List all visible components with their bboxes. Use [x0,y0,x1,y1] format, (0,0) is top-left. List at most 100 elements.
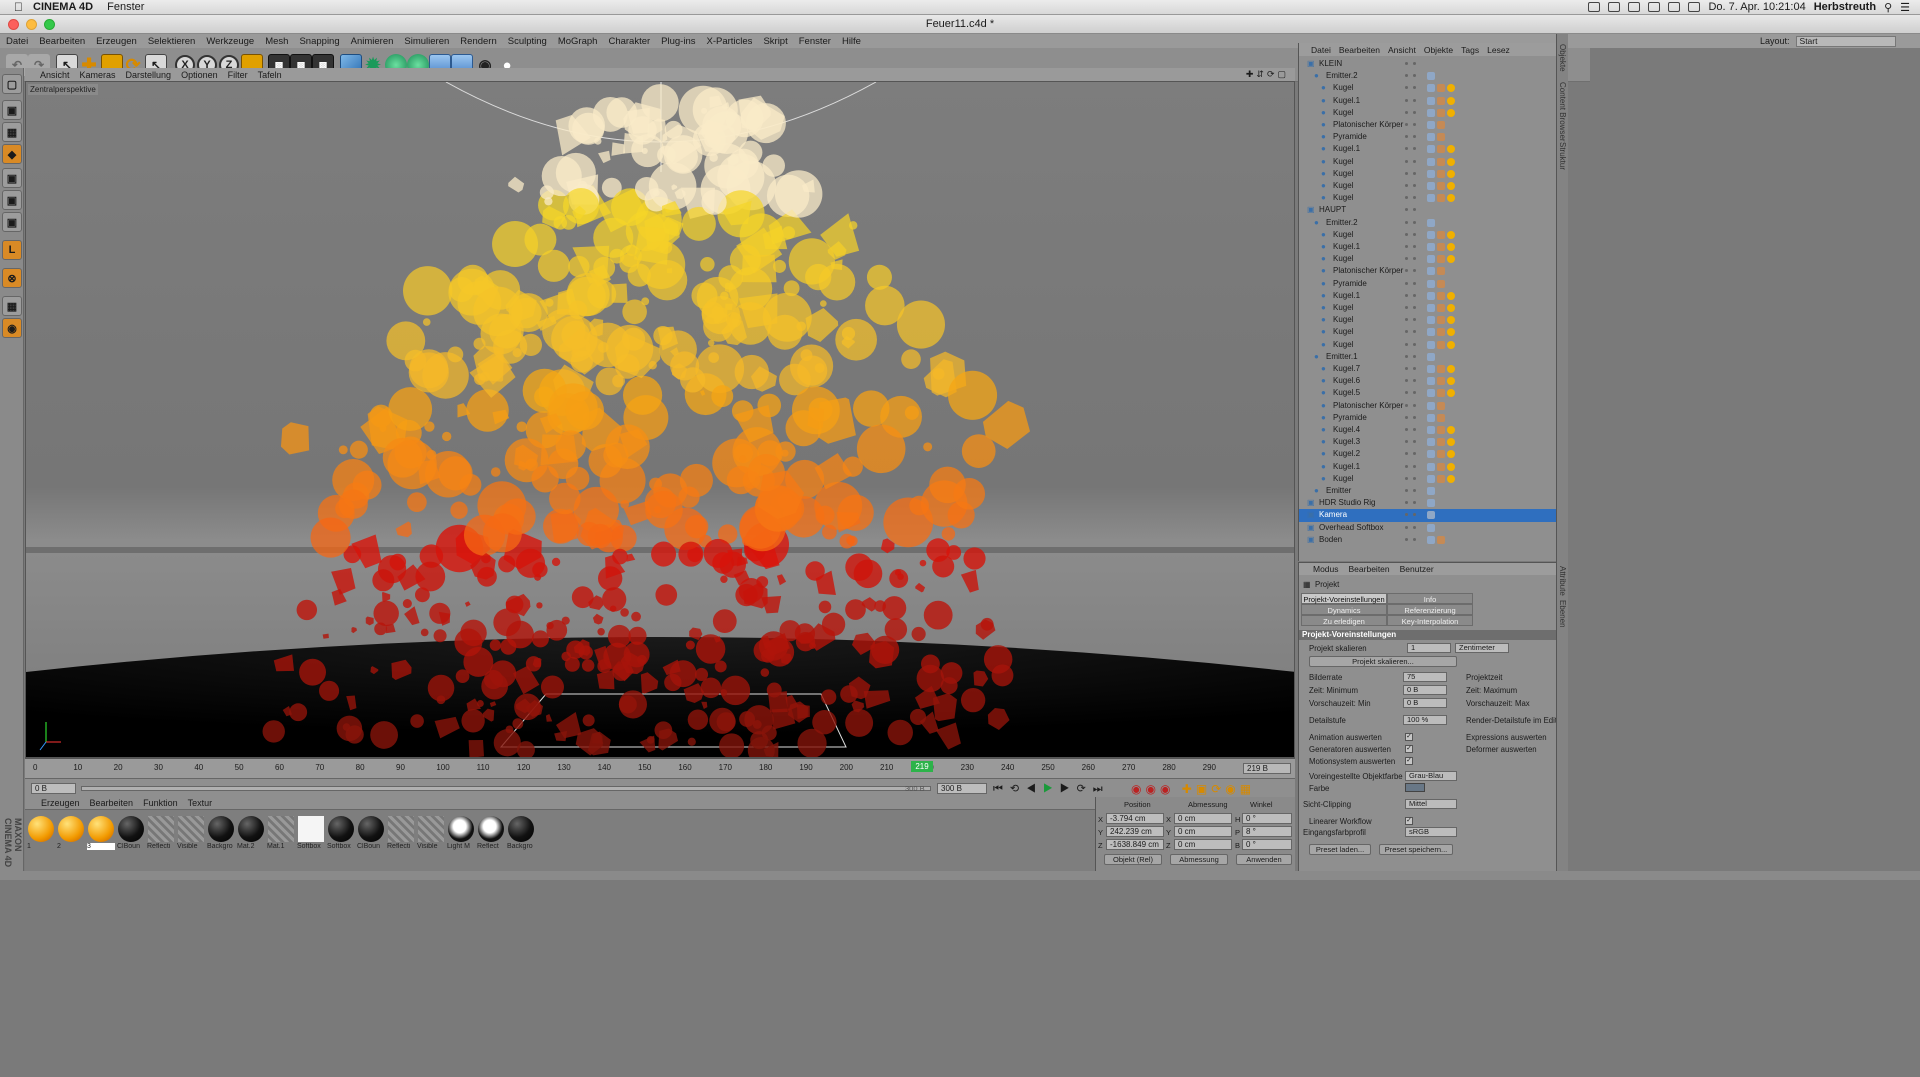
render-visibility-dot[interactable] [1413,74,1416,78]
object-name[interactable]: Pyramide [1333,278,1367,290]
object-name[interactable]: KLEIN [1319,58,1342,70]
visibility-dot[interactable] [1405,476,1408,480]
object-row[interactable]: ● Kugel.1 [1299,461,1557,473]
phong-tag-icon[interactable] [1437,255,1445,264]
xpresso-tag-icon[interactable] [1427,462,1435,471]
object-row[interactable]: ● Kugel [1299,302,1557,314]
vp-menu-optionen[interactable]: Optionen [181,70,218,80]
phong-tag-icon[interactable] [1437,279,1445,288]
material-tag-icon[interactable] [1447,145,1455,154]
object-row[interactable]: ● Emitter.1 [1299,351,1557,363]
render-visibility-dot[interactable] [1413,476,1416,480]
scale-key-icon[interactable]: ▣ [1196,782,1211,796]
phong-tag-icon[interactable] [1437,194,1445,203]
xpresso-tag-icon[interactable] [1427,121,1435,129]
vp-menu-kameras[interactable]: Kameras [80,70,116,80]
obj-menu-datei[interactable]: Datei [1311,45,1331,55]
notification-icon[interactable]: ☰ [1900,1,1910,14]
object-name[interactable]: Kugel [1333,180,1353,192]
material-swatch[interactable]: Reflect [477,815,505,855]
detail-field[interactable]: 100 % [1403,715,1447,725]
render-visibility-dot[interactable] [1413,379,1416,383]
object-row[interactable]: ● Pyramide [1299,412,1557,424]
object-row[interactable]: ● Pyramide [1299,278,1557,290]
frame-readout[interactable]: 219 B [1243,763,1291,774]
tab-referenzierung[interactable]: Referenzierung [1387,604,1473,615]
material-tag-icon[interactable] [1447,194,1455,203]
xpresso-tag-icon[interactable] [1427,389,1435,398]
object-row[interactable]: ▣ HDR Studio Rig [1299,497,1557,509]
visibility-dot[interactable] [1405,293,1408,297]
material-swatch[interactable]: Mat.1 [267,815,295,855]
phong-tag-icon[interactable] [1437,96,1445,105]
material-swatch[interactable]: 3 [87,815,115,855]
material-tag-icon[interactable] [1447,340,1455,349]
phong-tag-icon[interactable] [1437,389,1445,398]
object-row[interactable]: ● Kugel.5 [1299,387,1557,399]
auto-key-icon[interactable]: ◉ [1145,782,1159,796]
render-visibility-dot[interactable] [1413,98,1416,102]
zoom-window-button[interactable] [44,19,55,30]
sync-icon[interactable] [1608,2,1621,12]
angle-h-field[interactable]: 0 ° [1242,813,1292,824]
material-swatch[interactable]: Light M [447,815,475,855]
mat-menu-textur[interactable]: Textur [188,798,213,808]
search-icon[interactable]: ⚲ [1884,1,1892,14]
render-visibility-dot[interactable] [1413,232,1416,236]
render-visibility-dot[interactable] [1413,281,1416,285]
xpresso-tag-icon[interactable] [1427,133,1435,142]
polygons-mode-icon[interactable]: ▣ [2,212,22,232]
render-visibility-dot[interactable] [1413,208,1416,212]
xpresso-tag-icon[interactable] [1427,182,1435,190]
vp-menu-darstellung[interactable]: Darstellung [126,70,172,80]
goto-end-icon[interactable]: ⏭ [1093,783,1110,795]
material-tag-icon[interactable] [1447,255,1455,264]
visibility-dot[interactable] [1405,110,1408,114]
visibility-dot[interactable] [1405,367,1408,370]
render-visibility-dot[interactable] [1413,269,1416,273]
material-swatch[interactable]: Visible [177,815,205,855]
render-visibility-dot[interactable] [1413,537,1416,541]
tab-zu-erledigen[interactable]: Zu erledigen [1301,615,1387,626]
render-visibility-dot[interactable] [1413,513,1416,517]
volume-icon[interactable] [1668,2,1681,12]
generators-checkbox[interactable]: ✓ [1405,745,1413,753]
clipping-select[interactable]: Mittel [1405,799,1457,809]
size-z-field[interactable]: 0 cm [1174,839,1232,850]
vp-menu-ansicht[interactable]: Ansicht [40,70,70,80]
wifi-icon[interactable] [1648,2,1661,12]
object-name[interactable]: Kugel.6 [1333,375,1360,387]
object-row[interactable]: ▣ KLEIN [1299,58,1557,70]
visibility-dot[interactable] [1405,318,1408,322]
attr-menu-modus[interactable]: Modus [1313,564,1339,574]
object-name[interactable]: Kugel [1333,107,1353,119]
render-visibility-dot[interactable] [1413,367,1416,370]
xpresso-tag-icon[interactable] [1427,96,1435,105]
xpresso-tag-icon[interactable] [1427,487,1435,495]
object-name[interactable]: Kamera [1319,509,1347,521]
visibility-dot[interactable] [1405,354,1408,358]
xpresso-tag-icon[interactable] [1427,328,1435,337]
obj-menu-lesez[interactable]: Lesez [1487,45,1510,55]
xpresso-tag-icon[interactable] [1427,267,1435,276]
object-name[interactable]: HAUPT [1319,204,1346,216]
side-tab-content-browser[interactable]: Content Browser [1558,82,1567,142]
input-profile-select[interactable]: sRGB [1405,827,1457,837]
xpresso-tag-icon[interactable] [1427,450,1435,459]
object-row[interactable]: ● Kugel.1 [1299,241,1557,253]
menu-bearbeiten[interactable]: Bearbeiten [39,36,85,47]
object-name[interactable]: Emitter.1 [1326,351,1358,363]
object-name[interactable]: Kugel.1 [1333,95,1360,107]
phong-tag-icon[interactable] [1437,316,1445,325]
visibility-dot[interactable] [1405,403,1408,407]
object-row[interactable]: ● Kugel [1299,156,1557,168]
object-name[interactable]: Kugel.1 [1333,461,1360,473]
phong-tag-icon[interactable] [1437,438,1445,447]
menu-plugins[interactable]: Plug-ins [661,36,695,47]
goto-start-icon[interactable]: ⏮ [993,783,1010,795]
xpresso-tag-icon[interactable] [1427,474,1435,483]
xpresso-tag-icon[interactable] [1427,304,1435,312]
visibility-dot[interactable] [1405,184,1408,187]
render-visibility-dot[interactable] [1413,330,1416,334]
phong-tag-icon[interactable] [1437,121,1445,129]
